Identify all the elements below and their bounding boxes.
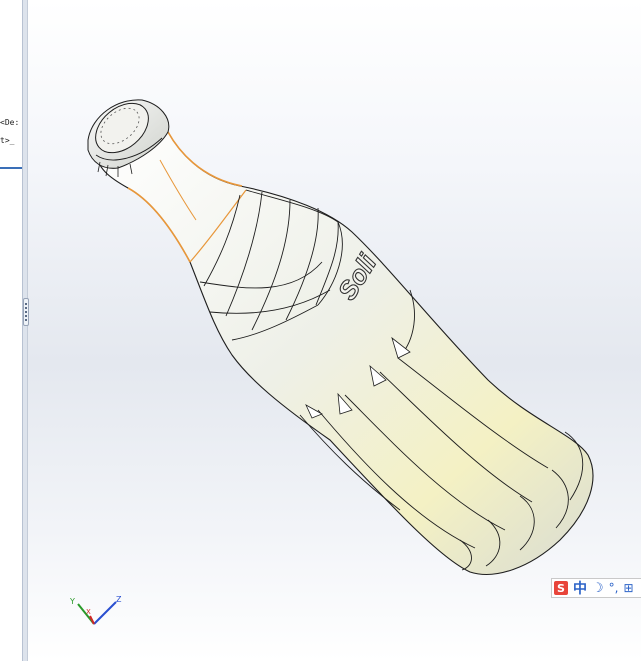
triad-y-label: Y xyxy=(69,597,75,606)
feature-manager-panel[interactable]: <De: t>_ xyxy=(0,0,23,661)
soft-keyboard-icon[interactable]: ⊞ xyxy=(623,581,633,595)
sogou-logo-icon[interactable]: S xyxy=(554,581,568,595)
ime-mode-toggle[interactable]: 中 xyxy=(573,578,587,598)
ime-toolbar[interactable]: S 中 ☽ °, ⊞ xyxy=(551,578,641,598)
bottle-model[interactable]: Soli xyxy=(28,0,641,661)
half-width-moon-icon[interactable]: ☽ xyxy=(592,581,604,596)
view-triad: Y X Z xyxy=(69,595,122,625)
feature-tree-divider xyxy=(0,167,22,169)
feature-tree-item[interactable]: t>_ xyxy=(0,136,22,145)
graphics-viewport[interactable]: Soli Y X Z xyxy=(28,0,641,661)
feature-tree-item[interactable]: <De: xyxy=(0,118,22,127)
triad-z-label: Z xyxy=(116,595,122,604)
bottle-body xyxy=(95,125,594,575)
punctuation-toggle[interactable]: °, xyxy=(609,581,619,595)
triad-z-axis xyxy=(93,601,117,625)
triad-x-label: X xyxy=(86,608,91,616)
